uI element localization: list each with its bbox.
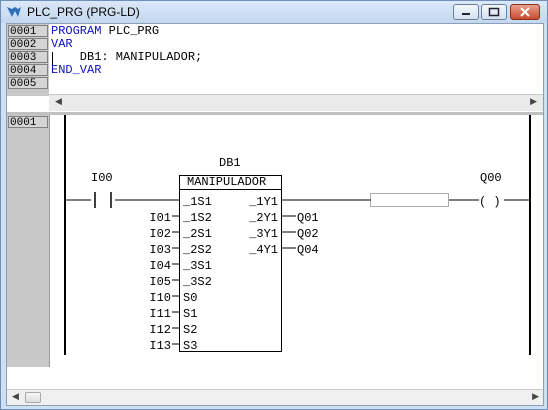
block-output-variable: Q01 bbox=[297, 211, 319, 225]
text-cursor bbox=[52, 52, 53, 65]
codesys-app-icon bbox=[7, 7, 21, 17]
editor-window: PLC_PRG (PRG-LD) 0001 0002 0003 0004 000… bbox=[0, 0, 548, 410]
line-number: 0003 bbox=[8, 51, 48, 64]
block-instance-name: DB1 bbox=[219, 156, 241, 170]
right-power-rail bbox=[529, 115, 531, 355]
maximize-icon bbox=[488, 7, 500, 17]
block-input-variable: I12 bbox=[149, 323, 171, 337]
block-output-pin: _3Y1 bbox=[248, 227, 278, 241]
block-input-pin: _1S1 bbox=[182, 195, 212, 209]
ladder-diagram-editor[interactable]: 0001 I00 DB1 MANIPULADOR _1S1 _1S2 I01 _… bbox=[7, 115, 543, 405]
block-input-pin: S3 bbox=[183, 339, 197, 353]
scroll-right-arrow-icon[interactable]: ▶ bbox=[530, 97, 537, 107]
coil-label: Q00 bbox=[480, 171, 502, 185]
line-number: 0001 bbox=[8, 25, 48, 38]
coil-symbol: ( ) bbox=[479, 195, 501, 209]
block-type-name: MANIPULADOR bbox=[187, 175, 266, 189]
block-input-pin: _2S1 bbox=[182, 227, 212, 241]
title-bar[interactable]: PLC_PRG (PRG-LD) bbox=[1, 1, 547, 23]
maximize-button[interactable] bbox=[481, 4, 507, 20]
close-button[interactable] bbox=[510, 4, 540, 20]
scroll-left-arrow-icon[interactable]: ◀ bbox=[12, 392, 19, 402]
block-input-variable: I11 bbox=[149, 307, 171, 321]
block-input-variable: I03 bbox=[149, 243, 171, 257]
code-line: END_VAR bbox=[51, 63, 102, 77]
window-title: PLC_PRG (PRG-LD) bbox=[27, 5, 140, 19]
block-input-variable: I02 bbox=[149, 227, 171, 241]
scroll-left-arrow-icon[interactable]: ◀ bbox=[55, 97, 62, 107]
line-number: 0002 bbox=[8, 38, 48, 51]
block-input-variable: I01 bbox=[149, 211, 171, 225]
block-output-pin: _2Y1 bbox=[248, 211, 278, 225]
block-input-pin: _3S1 bbox=[182, 259, 212, 273]
minimize-icon bbox=[462, 13, 470, 15]
insert-position-placeholder[interactable] bbox=[370, 193, 449, 207]
network-number: 0001 bbox=[8, 116, 48, 129]
block-input-pin: _3S2 bbox=[182, 275, 212, 289]
block-input-pin: _1S2 bbox=[182, 211, 212, 225]
editor-client-area: 0001 0002 0003 0004 0005 PROGRAM PLC_PRG… bbox=[6, 23, 544, 406]
minimize-button[interactable] bbox=[453, 4, 479, 20]
network-number-gutter: 0001 bbox=[7, 115, 50, 367]
block-input-variable: I10 bbox=[149, 291, 171, 305]
ladder-network[interactable]: I00 DB1 MANIPULADOR _1S1 _1S2 I01 _2S1 I02 _2… bbox=[49, 115, 543, 367]
declaration-line-gutter: 0001 0002 0003 0004 0005 bbox=[7, 24, 49, 96]
contact-label: I00 bbox=[91, 171, 113, 185]
block-input-variable: I13 bbox=[149, 339, 171, 353]
line-number: 0005 bbox=[8, 77, 48, 90]
block-output-pin: _1Y1 bbox=[248, 195, 278, 209]
block-input-pin: _2S2 bbox=[182, 243, 212, 257]
block-input-pin: S0 bbox=[183, 291, 197, 305]
block-input-variable: I04 bbox=[149, 259, 171, 273]
block-output-variable: Q02 bbox=[297, 227, 319, 241]
declaration-editor[interactable]: 0001 0002 0003 0004 0005 PROGRAM PLC_PRG… bbox=[7, 24, 543, 114]
block-output-variable: Q04 bbox=[297, 243, 319, 257]
left-power-rail bbox=[64, 115, 66, 355]
coil-q00[interactable]: Q00 ( ) bbox=[479, 171, 502, 209]
block-input-pin: S2 bbox=[183, 323, 197, 337]
scrollbar-thumb[interactable] bbox=[25, 392, 41, 403]
close-icon bbox=[520, 7, 530, 17]
declaration-horizontal-scrollbar[interactable]: ◀ ▶ bbox=[49, 94, 543, 111]
block-input-variable: I05 bbox=[149, 275, 171, 289]
network-horizontal-scrollbar[interactable]: ◀ ▶ bbox=[7, 389, 543, 405]
block-input-pin: S1 bbox=[183, 307, 197, 321]
contact-i00[interactable]: I00 bbox=[91, 171, 115, 209]
scroll-right-arrow-icon[interactable]: ▶ bbox=[532, 392, 539, 402]
block-output-pin: _4Y1 bbox=[248, 243, 278, 257]
line-number: 0004 bbox=[8, 64, 48, 77]
